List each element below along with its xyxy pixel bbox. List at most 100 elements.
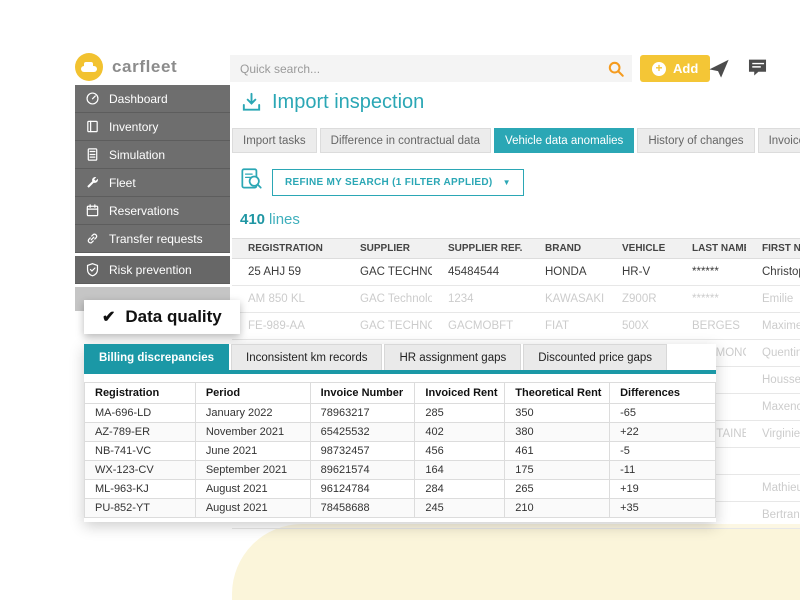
table-cell: Z900R — [606, 286, 676, 313]
refine-search-label: Refine my search (1 filter applied) — [285, 177, 493, 188]
calculator-icon — [85, 147, 100, 162]
background-blob — [232, 524, 800, 600]
table-cell: KAWASAKI — [529, 286, 606, 313]
sidebar-item-label: Simulation — [109, 148, 165, 162]
table-row[interactable]: AM 850 KLGAC Technology1234KAWASAKIZ900R… — [232, 286, 800, 313]
add-button[interactable]: + Add — [640, 55, 710, 82]
table-cell: 98732457 — [310, 442, 415, 461]
brand-name: carfleet — [112, 57, 177, 77]
column-header: Invoice Number — [310, 383, 415, 404]
refine-search-button[interactable]: Refine my search (1 filter applied) ▼ — [272, 169, 524, 196]
tab-import-tasks[interactable]: Import tasks — [232, 128, 317, 153]
table-cell: Emilie — [746, 286, 800, 313]
tab-inconsistent-km-records[interactable]: Inconsistent km records — [231, 344, 382, 370]
table-cell: 380 — [505, 423, 610, 442]
table-row[interactable]: AZ-789-ERNovember 202165425532402380+22 — [85, 423, 716, 442]
sidebar-item-inventory[interactable]: Inventory — [75, 113, 230, 141]
document-search-icon — [238, 166, 264, 192]
table-row[interactable]: PU-852-YTAugust 202178458688245210+35 — [85, 499, 716, 518]
column-header: SUPPLIER REF. — [432, 239, 529, 259]
sidebar-item-label: Reservations — [109, 204, 179, 218]
page-title-text: Import inspection — [272, 91, 424, 114]
table-cell: June 2021 — [195, 442, 310, 461]
table-cell: 284 — [415, 480, 505, 499]
sidebar-item-reservations[interactable]: Reservations — [75, 197, 230, 225]
quick-search[interactable] — [230, 55, 632, 82]
send-button[interactable] — [706, 56, 732, 82]
result-count-suffix: lines — [269, 211, 300, 228]
tab-history-of-changes[interactable]: History of changes — [637, 128, 754, 153]
table-cell: 265 — [505, 480, 610, 499]
sidebar-item-label: Inventory — [109, 120, 158, 134]
table-cell: August 2021 — [195, 480, 310, 499]
sidebar-item-transfer-requests[interactable]: Transfer requests — [75, 225, 230, 253]
table-cell: HONDA — [529, 259, 606, 286]
sidebar: Dashboard Inventory Simulation Fleet Res… — [75, 85, 230, 311]
table-row[interactable]: FE-989-AAGAC TECHNOLOGYGACMOBFTFIAT500XB… — [232, 313, 800, 340]
active-tab-underline — [84, 370, 716, 374]
table-cell: 164 — [415, 461, 505, 480]
table-cell: -65 — [610, 404, 716, 423]
table-cell: 350 — [505, 404, 610, 423]
table-cell: September 2021 — [195, 461, 310, 480]
table-row[interactable]: 25 AHJ 59GAC TECHNOLOGY45484544HONDAHR-V… — [232, 259, 800, 286]
table-row[interactable]: NB-741-VCJune 202198732457456461-5 — [85, 442, 716, 461]
calendar-icon — [85, 203, 100, 218]
search-icon[interactable] — [607, 60, 625, 78]
table-row[interactable]: ML-963-KJAugust 202196124784284265+19 — [85, 480, 716, 499]
shield-icon — [85, 262, 100, 277]
table-cell: 245 — [415, 499, 505, 518]
column-header: FIRST NAME — [746, 239, 800, 259]
table-row[interactable]: WX-123-CVSeptember 202189621574164175-11 — [85, 461, 716, 480]
table-cell: 96124784 — [310, 480, 415, 499]
column-header: Period — [195, 383, 310, 404]
column-header: REGISTRATION — [232, 239, 344, 259]
table-cell: +19 — [610, 480, 716, 499]
tab-invoices-receivable[interactable]: Invoices receivable — [758, 128, 800, 153]
table-cell: -11 — [610, 461, 716, 480]
table-cell: 210 — [505, 499, 610, 518]
billing-discrepancies-table: Registration Period Invoice Number Invoi… — [84, 382, 716, 518]
table-cell: ML-963-KJ — [85, 480, 196, 499]
quick-search-input[interactable] — [230, 62, 607, 76]
table-cell: 285 — [415, 404, 505, 423]
add-button-label: Add — [673, 61, 698, 76]
sidebar-item-simulation[interactable]: Simulation — [75, 141, 230, 169]
sidebar-item-risk-prevention[interactable]: Risk prevention — [75, 256, 230, 284]
table-cell: HR-V — [606, 259, 676, 286]
table-cell: 500X — [606, 313, 676, 340]
table-cell: ****** — [676, 259, 746, 286]
table-cell: 45484544 — [432, 259, 529, 286]
data-quality-panel: Billing discrepancies Inconsistent km re… — [84, 344, 716, 522]
sidebar-item-label: Fleet — [109, 176, 136, 190]
table-cell: AM 850 KL — [232, 286, 344, 313]
tab-vehicle-data-anomalies[interactable]: Vehicle data anomalies — [494, 128, 634, 153]
data-quality-title-text: Data quality — [125, 307, 221, 327]
sidebar-item-fleet[interactable]: Fleet — [75, 169, 230, 197]
plus-icon: + — [652, 62, 666, 76]
table-cell: -5 — [610, 442, 716, 461]
tab-difference-contractual-data[interactable]: Difference in contractual data — [320, 128, 491, 153]
link-icon — [85, 231, 100, 246]
table-cell: FIAT — [529, 313, 606, 340]
sidebar-item-dashboard[interactable]: Dashboard — [75, 85, 230, 113]
tab-discounted-price-gaps[interactable]: Discounted price gaps — [523, 344, 667, 370]
tab-billing-discrepancies[interactable]: Billing discrepancies — [84, 344, 229, 370]
table-cell: +35 — [610, 499, 716, 518]
tab-hr-assignment-gaps[interactable]: HR assignment gaps — [384, 344, 521, 370]
chat-button[interactable] — [744, 56, 770, 82]
sidebar-item-label: Transfer requests — [109, 232, 203, 246]
table-cell: Quentin — [746, 340, 800, 367]
column-header: LAST NAME — [676, 239, 746, 259]
table-row[interactable]: MA-696-LDJanuary 202278963217285350-65 — [85, 404, 716, 423]
table-cell: ****** — [676, 286, 746, 313]
table-header-row: Registration Period Invoice Number Invoi… — [85, 383, 716, 404]
table-cell: BERGES — [676, 313, 746, 340]
column-header: SUPPLIER — [344, 239, 432, 259]
inventory-icon — [85, 119, 100, 134]
table-cell: Bertrand — [746, 502, 800, 529]
app-logo: carfleet — [75, 53, 177, 81]
table-cell: 25 AHJ 59 — [232, 259, 344, 286]
table-cell: January 2022 — [195, 404, 310, 423]
table-cell: NB-741-VC — [85, 442, 196, 461]
